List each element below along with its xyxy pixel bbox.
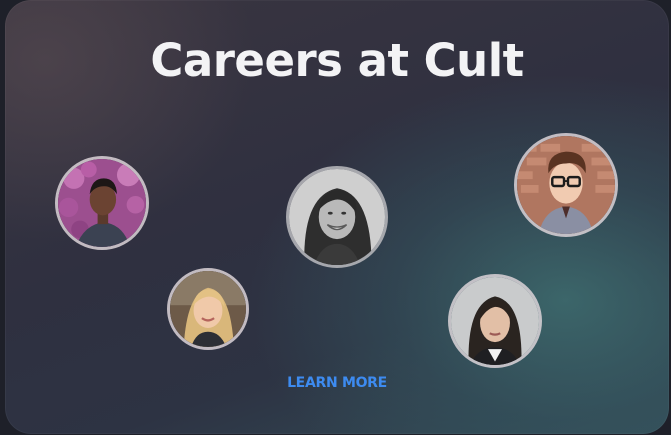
team-member-avatar-5 bbox=[514, 133, 618, 237]
person-photo-icon bbox=[170, 271, 246, 347]
page-title: Careers at Cult bbox=[150, 34, 524, 87]
team-member-avatar-3 bbox=[286, 166, 388, 268]
team-member-avatar-2 bbox=[167, 268, 249, 350]
careers-card: Careers at Cult LEARN MORE bbox=[5, 0, 669, 434]
learn-more-link[interactable]: LEARN MORE bbox=[277, 375, 397, 391]
team-member-avatar-4 bbox=[448, 274, 542, 368]
person-photo-icon bbox=[58, 159, 146, 247]
person-photo-icon bbox=[451, 277, 539, 365]
team-member-avatar-1 bbox=[55, 156, 149, 250]
person-photo-icon bbox=[517, 136, 615, 234]
person-photo-icon bbox=[289, 169, 385, 265]
